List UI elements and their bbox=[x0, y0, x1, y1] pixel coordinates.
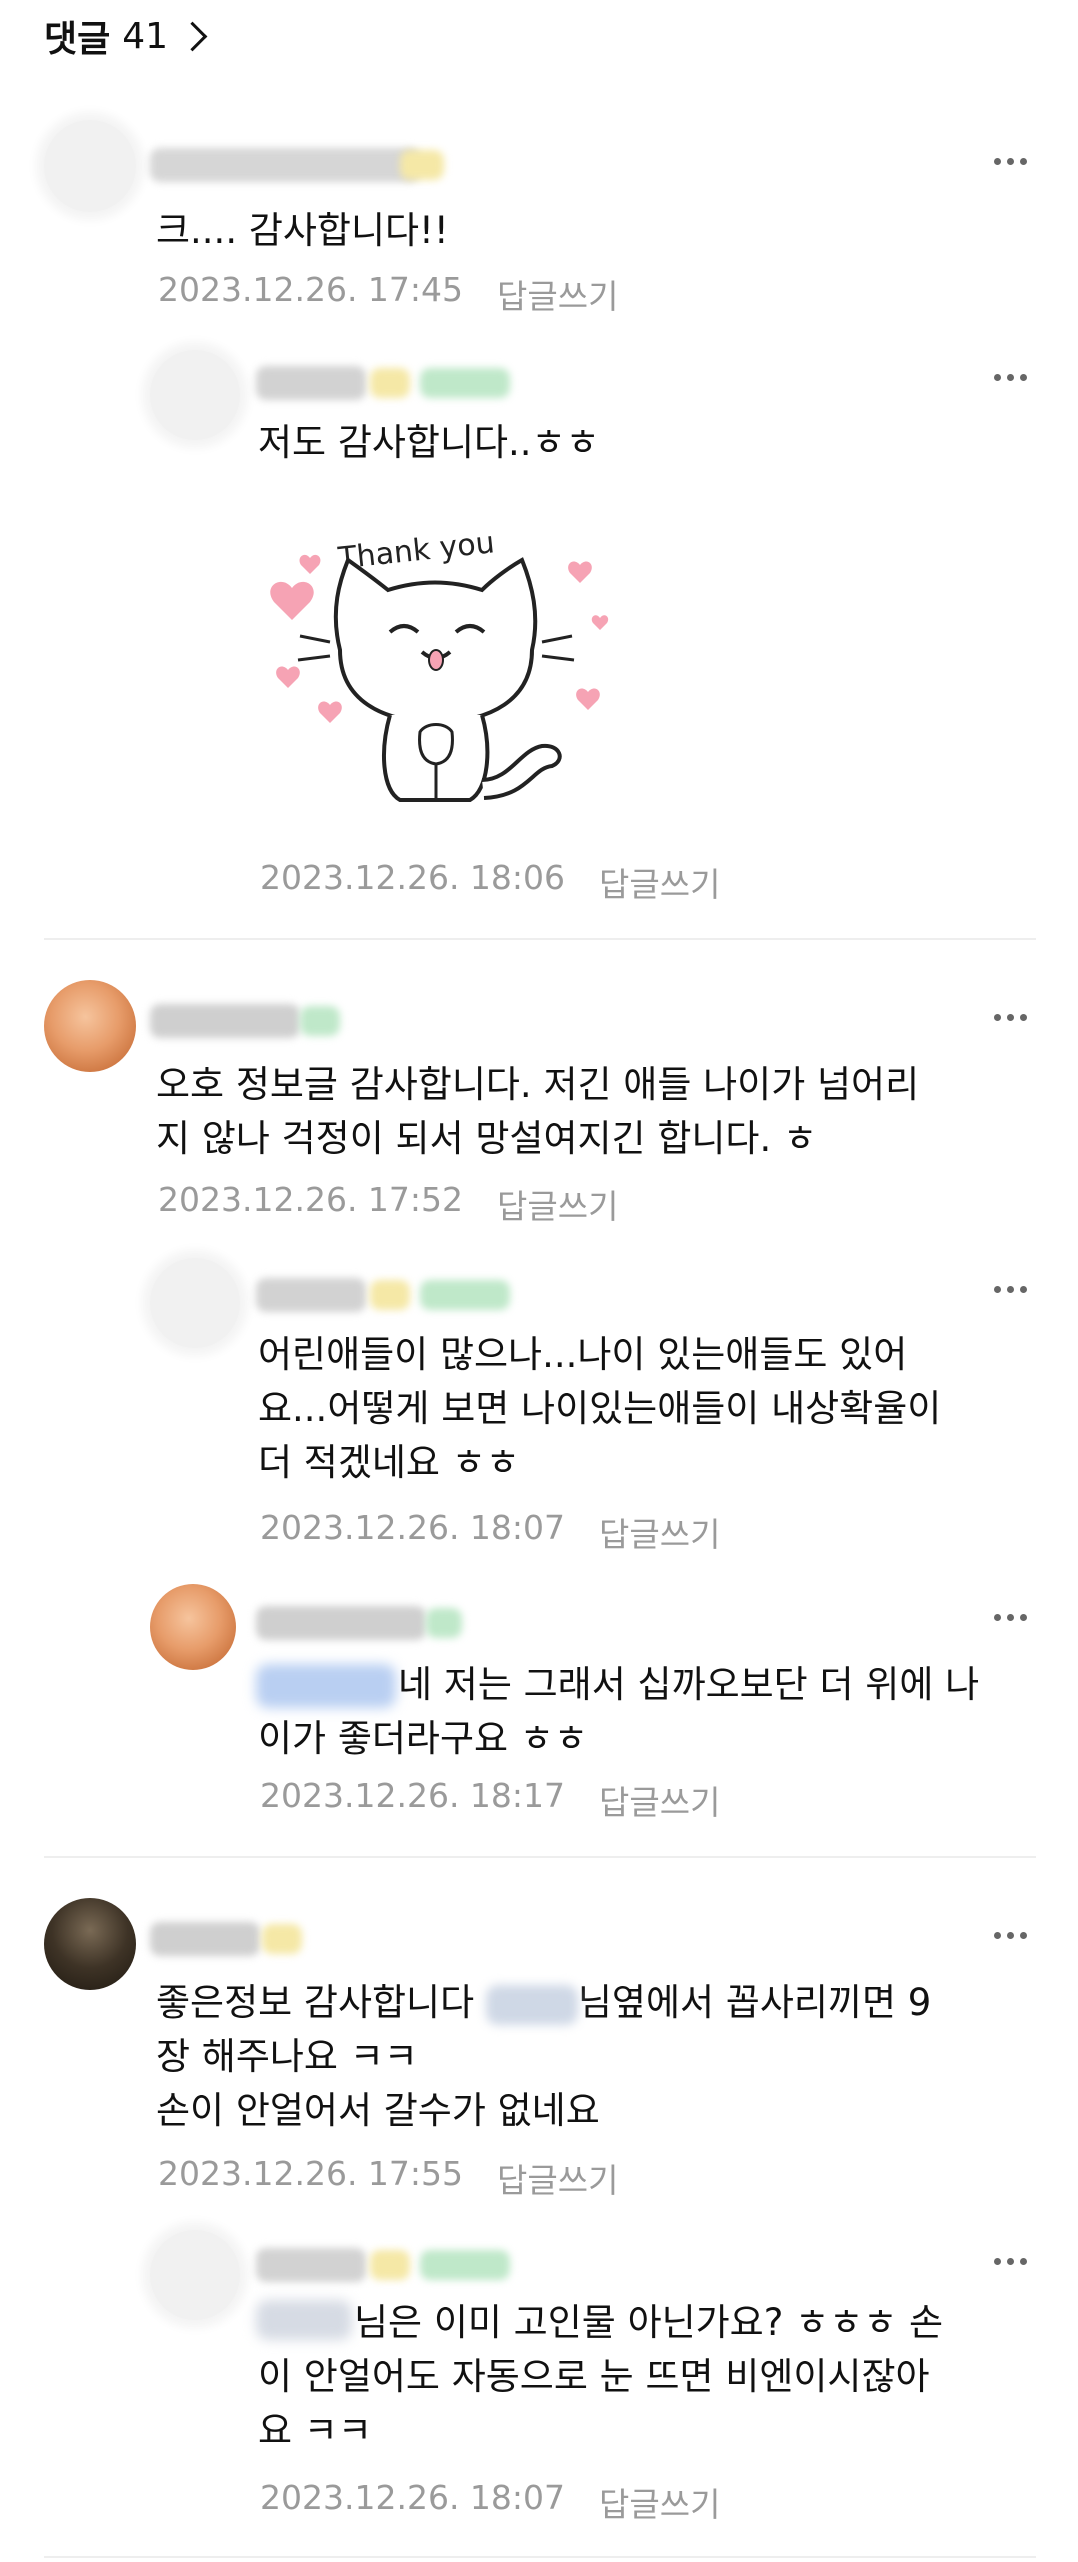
more-horizontal-icon[interactable] bbox=[994, 2258, 1027, 2265]
more-horizontal-icon[interactable] bbox=[994, 158, 1027, 165]
comment-date: 2023.12.26. 18:07 bbox=[260, 2478, 566, 2517]
author-name[interactable] bbox=[256, 366, 366, 400]
author-badge bbox=[426, 1608, 462, 1638]
comment-meta: 2023.12.26. 18:07 답글쓰기 bbox=[260, 2478, 720, 2526]
more-horizontal-icon[interactable] bbox=[994, 374, 1027, 381]
reply-button[interactable]: 답글쓰기 bbox=[497, 270, 618, 318]
comment-meta: 2023.12.26. 17:55 답글쓰기 bbox=[158, 2154, 618, 2202]
heart-icon bbox=[591, 615, 609, 630]
comments-title: 댓글 bbox=[44, 19, 111, 60]
comment-meta: 2023.12.26. 17:52 답글쓰기 bbox=[158, 1180, 618, 1228]
level-badge bbox=[420, 368, 510, 398]
comment-text: 오호 정보글 감사합니다. 저긴 애들 나이가 넘어리 지 않나 걱정이 되서 … bbox=[156, 1063, 920, 1160]
comment-date: 2023.12.26. 17:52 bbox=[158, 1180, 464, 1219]
reply-button[interactable]: 답글쓰기 bbox=[497, 2154, 618, 2202]
reply-button[interactable]: 답글쓰기 bbox=[599, 858, 720, 906]
author-name[interactable] bbox=[150, 148, 420, 182]
more-horizontal-icon[interactable] bbox=[994, 1014, 1027, 1021]
divider bbox=[44, 2556, 1036, 2558]
author-badge bbox=[370, 2250, 410, 2280]
comment-text: 저도 감사합니다..ㅎㅎ bbox=[258, 421, 600, 464]
comment-meta: 2023.12.26. 18:17 답글쓰기 bbox=[260, 1776, 720, 1824]
comments-count: 41 bbox=[122, 15, 169, 57]
author-badge bbox=[370, 368, 410, 398]
heart-icon bbox=[299, 554, 321, 574]
author-badge bbox=[262, 1924, 302, 1954]
divider bbox=[44, 1856, 1036, 1858]
author-badge bbox=[400, 150, 444, 180]
avatar[interactable] bbox=[44, 980, 136, 1072]
heart-icon bbox=[576, 688, 600, 710]
comment-text: 네 저는 그래서 십까오보단 더 위에 나 이가 좋더라구요 ㅎㅎ bbox=[258, 1663, 980, 1760]
comment-text: 좋은정보 감사합니다 님옆에서 꼽사리끼면 9 장 해주나요 ㅋㅋ 손이 안얼어… bbox=[156, 1976, 931, 2138]
author-badge bbox=[370, 1280, 410, 1310]
comment-text: 크.... 감사합니다!! bbox=[156, 209, 449, 252]
level-badge bbox=[420, 2250, 510, 2280]
comment-text-part: 좋은정보 감사합니다 bbox=[156, 1981, 486, 2024]
avatar[interactable] bbox=[150, 1584, 236, 1670]
comment-text: 어린애들이 많으나...나이 있는애들도 있어 요...어떻게 보면 나이있는애… bbox=[258, 1333, 942, 1484]
comment-date: 2023.12.26. 18:07 bbox=[260, 1508, 566, 1547]
reply-button[interactable]: 답글쓰기 bbox=[497, 1180, 618, 1228]
author-name[interactable] bbox=[256, 1278, 366, 1312]
more-horizontal-icon[interactable] bbox=[994, 1286, 1027, 1293]
heart-icon bbox=[568, 561, 592, 583]
avatar[interactable] bbox=[44, 120, 136, 212]
author-name[interactable] bbox=[150, 1922, 260, 1956]
author-name[interactable] bbox=[150, 1004, 300, 1038]
comment-meta: 2023.12.26. 18:06 답글쓰기 bbox=[260, 858, 720, 906]
level-badge bbox=[420, 1280, 510, 1310]
avatar[interactable] bbox=[44, 1898, 136, 1990]
chevron-right-icon bbox=[177, 21, 208, 51]
comment-text: 님은 이미 고인물 아닌가요? ㅎㅎㅎ 손 이 안얼어도 자동으로 눈 뜨면 비… bbox=[258, 2301, 944, 2452]
thank-you-cat-sticker: Thank you bbox=[270, 525, 609, 802]
heart-icon bbox=[276, 666, 300, 688]
author-name[interactable] bbox=[256, 1606, 426, 1640]
comments-header[interactable]: 댓글 41 bbox=[44, 6, 208, 66]
more-horizontal-icon[interactable] bbox=[994, 1932, 1027, 1939]
author-badge bbox=[300, 1006, 340, 1036]
comment-meta: 2023.12.26. 18:07 답글쓰기 bbox=[260, 1508, 720, 1556]
avatar[interactable] bbox=[150, 1258, 240, 1348]
more-horizontal-icon[interactable] bbox=[994, 1614, 1027, 1621]
heart-icon bbox=[270, 581, 314, 620]
comment-date: 2023.12.26. 17:45 bbox=[158, 270, 464, 309]
divider bbox=[44, 938, 1036, 940]
avatar[interactable] bbox=[150, 350, 240, 440]
comment-meta: 2023.12.26. 17:45 답글쓰기 bbox=[158, 270, 618, 318]
heart-icon bbox=[318, 701, 342, 723]
reply-button[interactable]: 답글쓰기 bbox=[599, 2478, 720, 2526]
reply-button[interactable]: 답글쓰기 bbox=[599, 1508, 720, 1556]
avatar[interactable] bbox=[150, 2230, 240, 2320]
author-name[interactable] bbox=[256, 2248, 366, 2282]
comment-date: 2023.12.26. 18:17 bbox=[260, 1776, 566, 1815]
comment-date: 2023.12.26. 17:55 bbox=[158, 2154, 464, 2193]
reply-button[interactable]: 답글쓰기 bbox=[599, 1776, 720, 1824]
mention-tag[interactable] bbox=[485, 1984, 578, 2025]
comment-date: 2023.12.26. 18:06 bbox=[260, 858, 566, 897]
